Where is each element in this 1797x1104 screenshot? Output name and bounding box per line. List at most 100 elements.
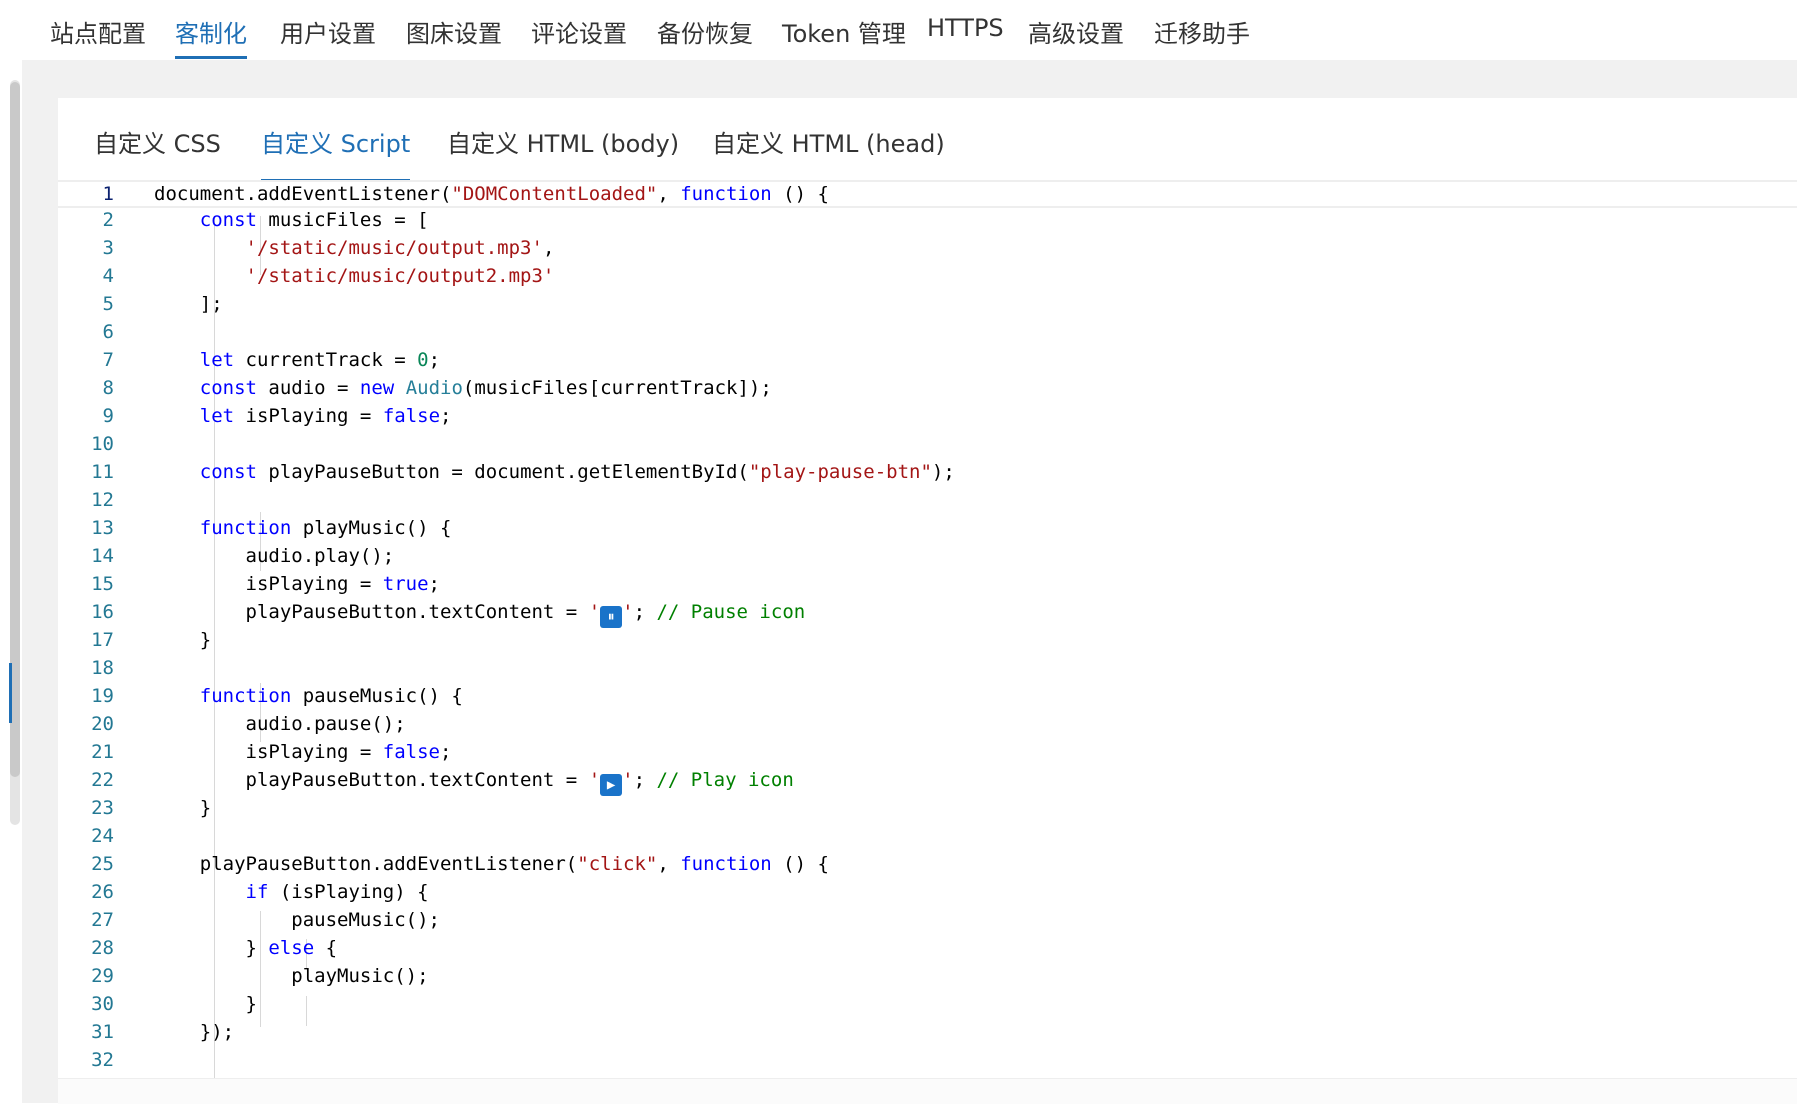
code-editor[interactable]: 1 document.addEventListener("DOMContentL…: [58, 178, 1797, 1078]
line-number: 9: [102, 405, 114, 427]
line-number: 25: [91, 853, 114, 875]
code-text: playPauseButton.textContent = ' ⏸ '; // Pa…: [154, 598, 805, 628]
line-number: 27: [91, 909, 114, 931]
code-text: const audio = new Audio(musicFiles[curre…: [199, 377, 772, 399]
code-text: audio.pause();: [154, 713, 406, 735]
line-number: 15: [91, 573, 114, 595]
code-text: let isPlaying = false;: [199, 405, 452, 427]
code-line: 22 playPauseButton.textContent = ' ▶ '; //…: [58, 766, 1797, 796]
code-text: }: [154, 993, 257, 1015]
code-text: '/static/music/output2.mp3': [245, 265, 555, 287]
tab-image-hosting[interactable]: 图床设置: [406, 0, 502, 59]
line-number: 12: [91, 489, 114, 511]
tab-customization[interactable]: 客制化: [175, 0, 247, 59]
code-text: if (isPlaying) {: [245, 881, 429, 903]
code-text: const musicFiles = [: [199, 209, 429, 231]
code-line: 10: [58, 430, 1797, 458]
code-line: 16 playPauseButton.textContent = ' ⏸ '; //…: [58, 598, 1797, 628]
code-line: 28 } else {: [58, 934, 1797, 962]
code-line: 1 document.addEventListener("DOMContentL…: [58, 180, 1797, 208]
code-text: } else {: [154, 937, 338, 959]
code-line: 30 }: [58, 990, 1797, 1018]
code-line: 31 });: [58, 1018, 1797, 1046]
tab-custom-script[interactable]: 自定义 Script: [261, 124, 411, 181]
line-number: 11: [91, 461, 114, 483]
line-number: 10: [91, 433, 114, 455]
line-number: 17: [91, 629, 114, 651]
code-line: 17 }: [58, 626, 1797, 654]
code-text: document.addEventListener("DOMContentLoa…: [154, 183, 829, 205]
code-text: }: [154, 797, 212, 819]
line-number: 3: [102, 237, 114, 259]
code-line: 9 let isPlaying = false;: [58, 402, 1797, 430]
tab-migration-assistant[interactable]: 迁移助手: [1154, 0, 1250, 59]
code-text: audio.play();: [154, 545, 395, 567]
settings-tabs: 站点配置 客制化 用户设置 图床设置 评论设置 备份恢复 Token 管理 HT…: [22, 0, 1797, 60]
line-number: 30: [91, 993, 114, 1015]
line-number: 18: [91, 657, 114, 679]
code-line: 25 playPauseButton.addEventListener("cli…: [58, 850, 1797, 878]
code-line: 6: [58, 318, 1797, 346]
line-number: 1: [102, 183, 114, 205]
code-line: 3 '/static/music/output.mp3',: [58, 234, 1797, 262]
line-number: 8: [102, 377, 114, 399]
pause-icon: ⏸: [600, 606, 623, 628]
code-line: 23 }: [58, 794, 1797, 822]
code-text: ];: [154, 293, 223, 315]
line-number: 5: [102, 293, 114, 315]
tab-token-management[interactable]: Token 管理: [782, 0, 906, 59]
code-text: playPauseButton.textContent = ' ▶ '; // Pl…: [154, 766, 794, 796]
editor-bottom-bar: [58, 1078, 1797, 1104]
tab-custom-html-body[interactable]: 自定义 HTML (body): [447, 124, 679, 171]
code-text: function pauseMusic() {: [199, 685, 463, 707]
line-number: 23: [91, 797, 114, 819]
code-text: const playPauseButton = document.getElem…: [199, 461, 955, 483]
tab-custom-css[interactable]: 自定义 CSS: [94, 124, 221, 171]
code-text: }: [154, 629, 212, 651]
tab-backup-restore[interactable]: 备份恢复: [657, 0, 753, 59]
code-line: 4 '/static/music/output2.mp3': [58, 262, 1797, 290]
line-number: 14: [91, 545, 114, 567]
tab-https[interactable]: HTTPS: [927, 0, 1004, 52]
tab-comment-settings[interactable]: 评论设置: [531, 0, 627, 59]
code-text: '/static/music/output.mp3',: [245, 237, 555, 259]
line-number: 32: [91, 1049, 114, 1071]
line-number: 6: [102, 321, 114, 343]
code-text: isPlaying = false;: [154, 741, 452, 763]
code-text: let currentTrack = 0;: [199, 349, 441, 371]
code-line: 13 function playMusic() {: [58, 514, 1797, 542]
line-number: 4: [102, 265, 114, 287]
code-text: playPauseButton.addEventListener("click"…: [154, 853, 829, 875]
code-line: 20 audio.pause();: [58, 710, 1797, 738]
play-icon: ▶: [600, 774, 623, 796]
code-line: 5 ];: [58, 290, 1797, 318]
code-line: 15 isPlaying = true;: [58, 570, 1797, 598]
tab-advanced-settings[interactable]: 高级设置: [1028, 0, 1124, 59]
line-number: 19: [91, 685, 114, 707]
code-text: });: [154, 1021, 235, 1043]
line-number: 20: [91, 713, 114, 735]
line-number: 26: [91, 881, 114, 903]
code-line: 11 const playPauseButton = document.getE…: [58, 458, 1797, 486]
code-line: 12: [58, 486, 1797, 514]
code-line: 2 const musicFiles = [: [58, 206, 1797, 234]
line-number: 21: [91, 741, 114, 763]
code-line: 14 audio.play();: [58, 542, 1797, 570]
line-number: 22: [91, 769, 114, 791]
line-number: 29: [91, 965, 114, 987]
tab-site-config[interactable]: 站点配置: [50, 0, 146, 59]
tab-custom-html-head[interactable]: 自定义 HTML (head): [712, 124, 945, 171]
code-line: 7 let currentTrack = 0;: [58, 346, 1797, 374]
line-number: 31: [91, 1021, 114, 1043]
line-number: 24: [91, 825, 114, 847]
code-line: 19 function pauseMusic() {: [58, 682, 1797, 710]
line-number: 2: [102, 209, 114, 231]
code-line: 21 isPlaying = false;: [58, 738, 1797, 766]
code-line: 18: [58, 654, 1797, 682]
line-number: 7: [102, 349, 114, 371]
code-line: 8 const audio = new Audio(musicFiles[cur…: [58, 374, 1797, 402]
code-text: pauseMusic();: [154, 909, 440, 931]
tab-user-settings[interactable]: 用户设置: [280, 0, 376, 59]
line-number: 16: [91, 601, 114, 623]
code-line: 24: [58, 822, 1797, 850]
